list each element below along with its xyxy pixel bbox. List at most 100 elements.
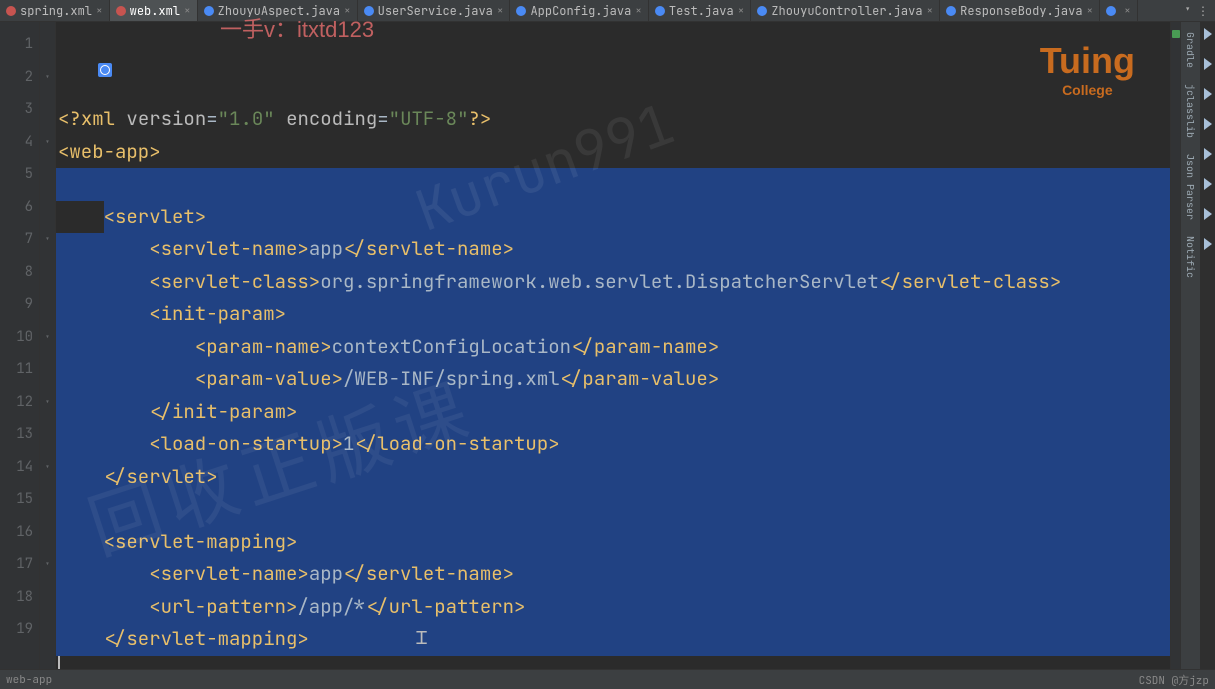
line-number[interactable]: 1 — [0, 28, 39, 61]
code-line[interactable] — [56, 656, 1170, 670]
selection-highlight — [104, 201, 1170, 234]
fold-toggle-icon[interactable]: ▾ — [40, 126, 55, 159]
code-text: <param-value>/WEB-INF/spring.xml</param-… — [58, 366, 719, 391]
code-line[interactable] — [56, 493, 1170, 526]
close-tab-icon[interactable]: × — [184, 4, 191, 18]
code-line[interactable]: <load-on-startup>1</load-on-startup> — [56, 428, 1170, 461]
arrow-icon[interactable] — [1204, 178, 1212, 190]
code-line[interactable]: <param-value>/WEB-INF/spring.xml</param-… — [56, 363, 1170, 396]
line-number[interactable]: 16 — [0, 516, 39, 549]
fold-toggle-icon[interactable] — [40, 158, 55, 191]
line-number[interactable]: 9 — [0, 288, 39, 321]
fold-toggle-icon[interactable]: ▾ — [40, 451, 55, 484]
code-line[interactable]: <?xml version="1.0" encoding="UTF-8"?> — [56, 103, 1170, 136]
arrow-icon[interactable] — [1204, 118, 1212, 130]
line-number[interactable]: 17 — [0, 548, 39, 581]
line-number[interactable]: 13 — [0, 418, 39, 451]
line-number[interactable]: 4 — [0, 126, 39, 159]
line-number[interactable]: 12 — [0, 386, 39, 419]
code-line[interactable]: <url-pattern>/app/*</url-pattern> — [56, 591, 1170, 624]
fold-toggle-icon[interactable] — [40, 28, 55, 61]
code-line[interactable]: <servlet-name>app</servlet-name> — [56, 233, 1170, 266]
tool-window-gradle[interactable]: Gradle — [1184, 32, 1197, 68]
tab-userservice-java[interactable]: UserService.java× — [358, 0, 511, 21]
tab-idx8[interactable]: × — [1100, 0, 1138, 21]
fold-toggle-icon[interactable]: ▾ — [40, 386, 55, 419]
close-tab-icon[interactable]: × — [497, 4, 504, 18]
fold-toggle-icon[interactable] — [40, 288, 55, 321]
arrow-icon[interactable] — [1204, 58, 1212, 70]
fold-toggle-icon[interactable] — [40, 581, 55, 614]
more-tabs-icon[interactable]: ⋮ — [1197, 3, 1209, 19]
arrow-icon[interactable] — [1204, 148, 1212, 160]
fold-toggle-icon[interactable] — [40, 353, 55, 386]
right-tool-windows: Gradle jclasslib Json Parser Notific — [1180, 22, 1200, 669]
code-line[interactable]: <servlet-class>org.springframework.web.s… — [56, 266, 1170, 299]
line-number[interactable]: 7 — [0, 223, 39, 256]
tool-window-notific[interactable]: Notific — [1184, 236, 1197, 278]
tool-window-jclasslib[interactable]: jclasslib — [1184, 84, 1197, 138]
chevron-down-icon[interactable]: ▾ — [1184, 3, 1191, 19]
arrow-icon[interactable] — [1204, 238, 1212, 250]
close-tab-icon[interactable]: × — [635, 4, 642, 18]
code-line[interactable]: <servlet> — [56, 201, 1170, 234]
fold-toggle-icon[interactable]: ▾ — [40, 223, 55, 256]
selection-highlight — [56, 493, 1170, 526]
file-type-icon — [946, 6, 956, 16]
fold-toggle-icon[interactable]: ▾ — [40, 548, 55, 581]
fold-toggle-icon[interactable] — [40, 191, 55, 224]
code-line[interactable]: </init-param> — [56, 396, 1170, 429]
fold-toggle-icon[interactable] — [40, 483, 55, 516]
text-caret — [58, 656, 60, 670]
code-line[interactable]: <servlet-name>app</servlet-name> — [56, 558, 1170, 591]
code-line[interactable]: </servlet-mapping>Ꮖ — [56, 623, 1170, 656]
fold-toggle-icon[interactable]: ▾ — [40, 321, 55, 354]
close-tab-icon[interactable]: × — [1087, 4, 1094, 18]
fold-toggle-icon[interactable] — [40, 418, 55, 451]
tab-zhouyucontroller-java[interactable]: ZhouyuController.java× — [751, 0, 940, 21]
line-number[interactable]: 10 — [0, 321, 39, 354]
tab-responsebody-java[interactable]: ResponseBody.java× — [940, 0, 1100, 21]
tab-spring-xml[interactable]: spring.xml× — [0, 0, 110, 21]
line-number[interactable]: 19 — [0, 613, 39, 646]
line-number[interactable]: 11 — [0, 353, 39, 386]
line-number-gutter: 12345678910111213141516171819 — [0, 22, 40, 669]
line-number[interactable]: 6 — [0, 191, 39, 224]
close-tab-icon[interactable]: × — [738, 4, 745, 18]
fold-toggle-icon[interactable] — [40, 256, 55, 289]
code-line[interactable]: <init-param> — [56, 298, 1170, 331]
tool-window-json-parser[interactable]: Json Parser — [1184, 154, 1197, 220]
tab-zhouyuaspect-java[interactable]: ZhouyuAspect.java× — [198, 0, 358, 21]
tab-test-java[interactable]: Test.java× — [649, 0, 751, 21]
close-tab-icon[interactable]: × — [1124, 4, 1131, 18]
status-bar: web-app CSDN @方jzp — [0, 669, 1215, 689]
fold-toggle-icon[interactable] — [40, 516, 55, 549]
fold-toggle-icon[interactable]: ▾ — [40, 61, 55, 94]
fold-toggle-icon[interactable] — [40, 93, 55, 126]
code-line[interactable]: <servlet-mapping> — [56, 526, 1170, 559]
line-number[interactable]: 14 — [0, 451, 39, 484]
close-tab-icon[interactable]: × — [344, 4, 351, 18]
code-line[interactable]: <web-app> — [56, 136, 1170, 169]
tab-web-xml[interactable]: web.xml× — [110, 0, 198, 21]
line-number[interactable]: 5 — [0, 158, 39, 191]
line-number[interactable]: 3 — [0, 93, 39, 126]
arrow-icon[interactable] — [1204, 208, 1212, 220]
code-line[interactable]: <param-name>contextConfigLocation</param… — [56, 331, 1170, 364]
close-tab-icon[interactable]: × — [927, 4, 934, 18]
tab-appconfig-java[interactable]: AppConfig.java× — [510, 0, 648, 21]
web-deploy-icon[interactable] — [98, 63, 112, 77]
fold-toggle-icon[interactable] — [40, 613, 55, 646]
error-stripe[interactable] — [1170, 22, 1180, 669]
arrow-icon[interactable] — [1204, 28, 1212, 40]
line-number[interactable]: 18 — [0, 581, 39, 614]
line-number[interactable]: 15 — [0, 483, 39, 516]
line-number[interactable]: 2 — [0, 61, 39, 94]
arrow-icon[interactable] — [1204, 88, 1212, 100]
code-editor[interactable]: <?xml version="1.0" encoding="UTF-8"?><w… — [56, 22, 1170, 669]
line-number[interactable]: 8 — [0, 256, 39, 289]
breadcrumb[interactable]: web-app — [6, 673, 52, 687]
code-line[interactable]: </servlet> — [56, 461, 1170, 494]
code-line[interactable] — [56, 168, 1170, 201]
close-tab-icon[interactable]: × — [96, 4, 103, 18]
